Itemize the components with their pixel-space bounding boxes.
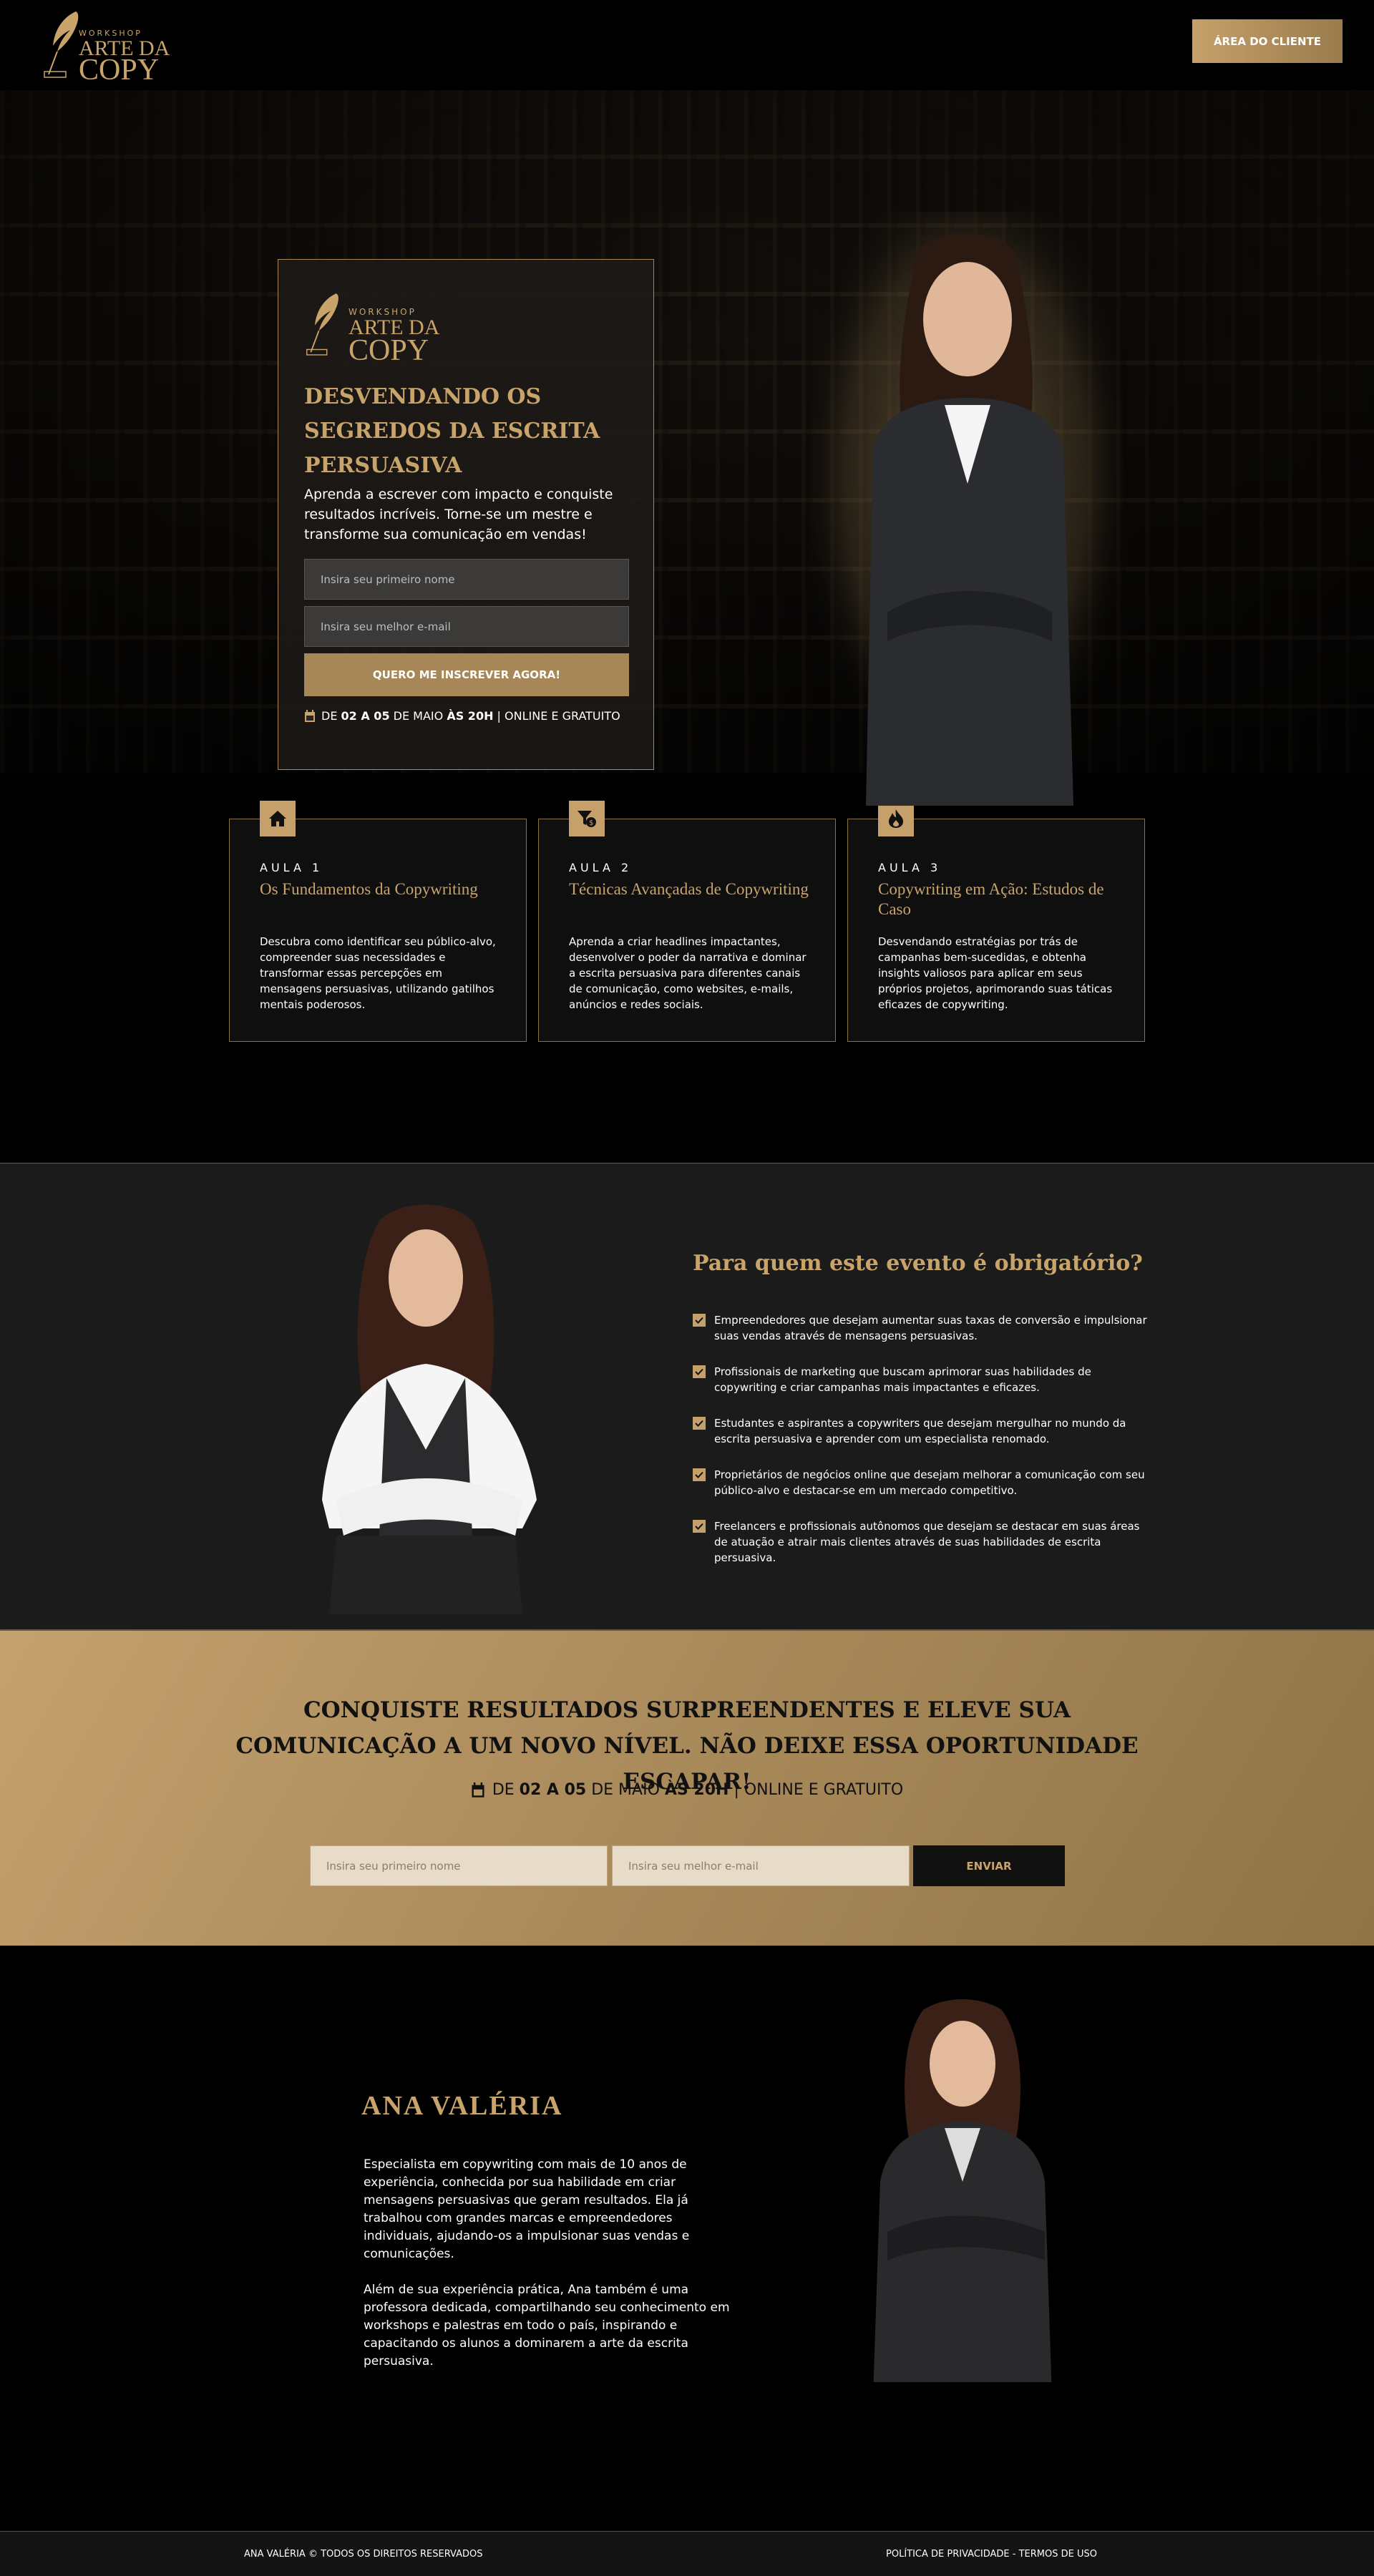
date-prefix: DE bbox=[492, 1781, 520, 1799]
logo-title-line2: COPY bbox=[349, 334, 429, 367]
audience-list: Empreendedores que desejam aumentar suas… bbox=[693, 1312, 1151, 1586]
lesson-number: AULA 3 bbox=[878, 861, 942, 874]
cta-email-input[interactable] bbox=[612, 1845, 910, 1886]
quill-icon bbox=[306, 293, 338, 356]
lesson-title: Os Fundamentos da Copywriting bbox=[260, 880, 478, 898]
list-item: Profissionais de marketing que buscam ap… bbox=[693, 1364, 1151, 1395]
audience-title: Para quem este evento é obrigatório? bbox=[693, 1251, 1143, 1276]
logo-title-line2: COPY bbox=[79, 54, 160, 87]
date-suffix: | ONLINE E GRATUITO bbox=[729, 1781, 904, 1799]
bio-paragraph: Especialista em copywriting com mais de … bbox=[364, 2157, 690, 2261]
lesson-card: $ AULA 2 Técnicas Avançadas de Copywriti… bbox=[538, 801, 836, 1042]
list-item-text: Freelancers e profissionais autônomos qu… bbox=[714, 1520, 1140, 1564]
email-input[interactable] bbox=[304, 606, 629, 647]
calendar-icon bbox=[472, 1782, 484, 1797]
cta-event-date: DE 02 A 05 DE MAIO ÀS 20H | ONLINE E GRA… bbox=[0, 1781, 1374, 1799]
check-icon bbox=[693, 1314, 706, 1327]
lesson-card: AULA 1 Os Fundamentos da Copywriting Des… bbox=[229, 801, 527, 1042]
lessons-section: AULA 1 Os Fundamentos da Copywriting Des… bbox=[0, 773, 1374, 1163]
funnel-dollar-icon: $ bbox=[569, 801, 605, 836]
audience-woman-photo bbox=[322, 1204, 537, 1614]
date-month: DE MAIO bbox=[586, 1781, 665, 1799]
list-item: Proprietários de negócios online que des… bbox=[693, 1467, 1151, 1498]
first-name-input[interactable] bbox=[304, 559, 629, 600]
list-item: Freelancers e profissionais autônomos qu… bbox=[693, 1518, 1151, 1566]
date-range: 02 A 05 bbox=[519, 1781, 587, 1799]
cta-first-name-input[interactable] bbox=[310, 1845, 608, 1886]
site-footer: ANA VALÉRIA © TODOS OS DIREITOS RESERVAD… bbox=[0, 2531, 1374, 2576]
hero-subtitle: Aprenda a escrever com impacto e conquis… bbox=[304, 487, 613, 542]
hero-section: WORKSHOP ARTE DA COPY DESVENDANDO OS SEG… bbox=[0, 90, 1374, 806]
legal-links[interactable]: POLÍTICA DE PRIVACIDADE - TERMOS DE USO bbox=[886, 2549, 1097, 2560]
date-time: ÀS 20H bbox=[664, 1781, 729, 1799]
about-section: ANA VALÉRIA Especialista em copywriting … bbox=[0, 1946, 1374, 2531]
check-icon bbox=[693, 1520, 706, 1533]
site-header: WORKSHOP ARTE DA COPY ÁREA DO CLIENTE bbox=[0, 0, 1374, 90]
site-logo[interactable]: WORKSHOP ARTE DA COPY bbox=[42, 9, 185, 85]
lesson-description: Descubra como identificar seu público-al… bbox=[260, 935, 496, 1011]
lesson-description: Desvendando estratégias por trás de camp… bbox=[878, 935, 1113, 1011]
check-icon bbox=[693, 1468, 706, 1481]
instructor-photo bbox=[873, 1999, 1052, 2382]
copyright-text: ANA VALÉRIA © TODOS OS DIREITOS RESERVAD… bbox=[244, 2549, 483, 2560]
hero-title: DESVENDANDO OS SEGREDOS DA ESCRITA PERSU… bbox=[304, 384, 600, 478]
event-date: DE 02 A 05 DE MAIO ÀS 20H | ONLINE E GRA… bbox=[304, 709, 620, 723]
cta-submit-button[interactable]: ENVIAR bbox=[913, 1845, 1065, 1886]
quill-icon bbox=[44, 11, 79, 78]
bio-paragraph: Além de sua experiência prática, Ana tam… bbox=[364, 2283, 730, 2368]
list-item: Empreendedores que desejam aumentar suas… bbox=[693, 1312, 1151, 1344]
date-suffix: | ONLINE E GRATUITO bbox=[493, 709, 620, 723]
check-icon bbox=[693, 1365, 706, 1378]
lesson-number: AULA 1 bbox=[260, 861, 323, 874]
cta-section: CONQUISTE RESULTADOS SURPREENDENTES E EL… bbox=[0, 1629, 1374, 1946]
fire-icon bbox=[878, 801, 914, 836]
hero-signup-card: WORKSHOP ARTE DA COPY DESVENDANDO OS SEG… bbox=[278, 259, 654, 770]
instructor-name: ANA VALÉRIA bbox=[361, 2091, 563, 2121]
hero-logo: WORKSHOP ARTE DA COPY bbox=[304, 283, 462, 369]
svg-text:$: $ bbox=[589, 819, 593, 827]
audience-section: Para quem este evento é obrigatório? Emp… bbox=[0, 1163, 1374, 1629]
date-month: DE MAIO bbox=[389, 709, 447, 723]
lesson-number: AULA 2 bbox=[569, 861, 633, 874]
instructor-bio: Especialista em copywriting com mais de … bbox=[364, 2156, 736, 2389]
date-prefix: DE bbox=[321, 709, 341, 723]
list-item: Estudantes e aspirantes a copywriters qu… bbox=[693, 1415, 1151, 1447]
lesson-card: AULA 3 Copywriting em Ação: Estudos de C… bbox=[847, 801, 1145, 1042]
lesson-title: Técnicas Avançadas de Copywriting bbox=[569, 880, 809, 898]
list-item-text: Estudantes e aspirantes a copywriters qu… bbox=[714, 1417, 1126, 1445]
home-icon bbox=[260, 801, 296, 836]
lesson-title: Copywriting em Ação: Estudos de Caso bbox=[878, 880, 1104, 918]
date-range: 02 A 05 bbox=[341, 709, 390, 723]
client-area-button[interactable]: ÁREA DO CLIENTE bbox=[1192, 19, 1343, 63]
list-item-text: Proprietários de negócios online que des… bbox=[714, 1468, 1145, 1497]
list-item-text: Profissionais de marketing que buscam ap… bbox=[714, 1365, 1091, 1394]
hero-woman-photo bbox=[809, 212, 1124, 806]
date-time: ÀS 20H bbox=[447, 709, 494, 723]
calendar-icon bbox=[305, 709, 315, 722]
list-item-text: Empreendedores que desejam aumentar suas… bbox=[714, 1314, 1147, 1342]
lesson-description: Aprenda a criar headlines impactantes, d… bbox=[569, 935, 807, 1011]
signup-button[interactable]: QUERO ME INSCREVER AGORA! bbox=[304, 653, 629, 696]
check-icon bbox=[693, 1417, 706, 1430]
